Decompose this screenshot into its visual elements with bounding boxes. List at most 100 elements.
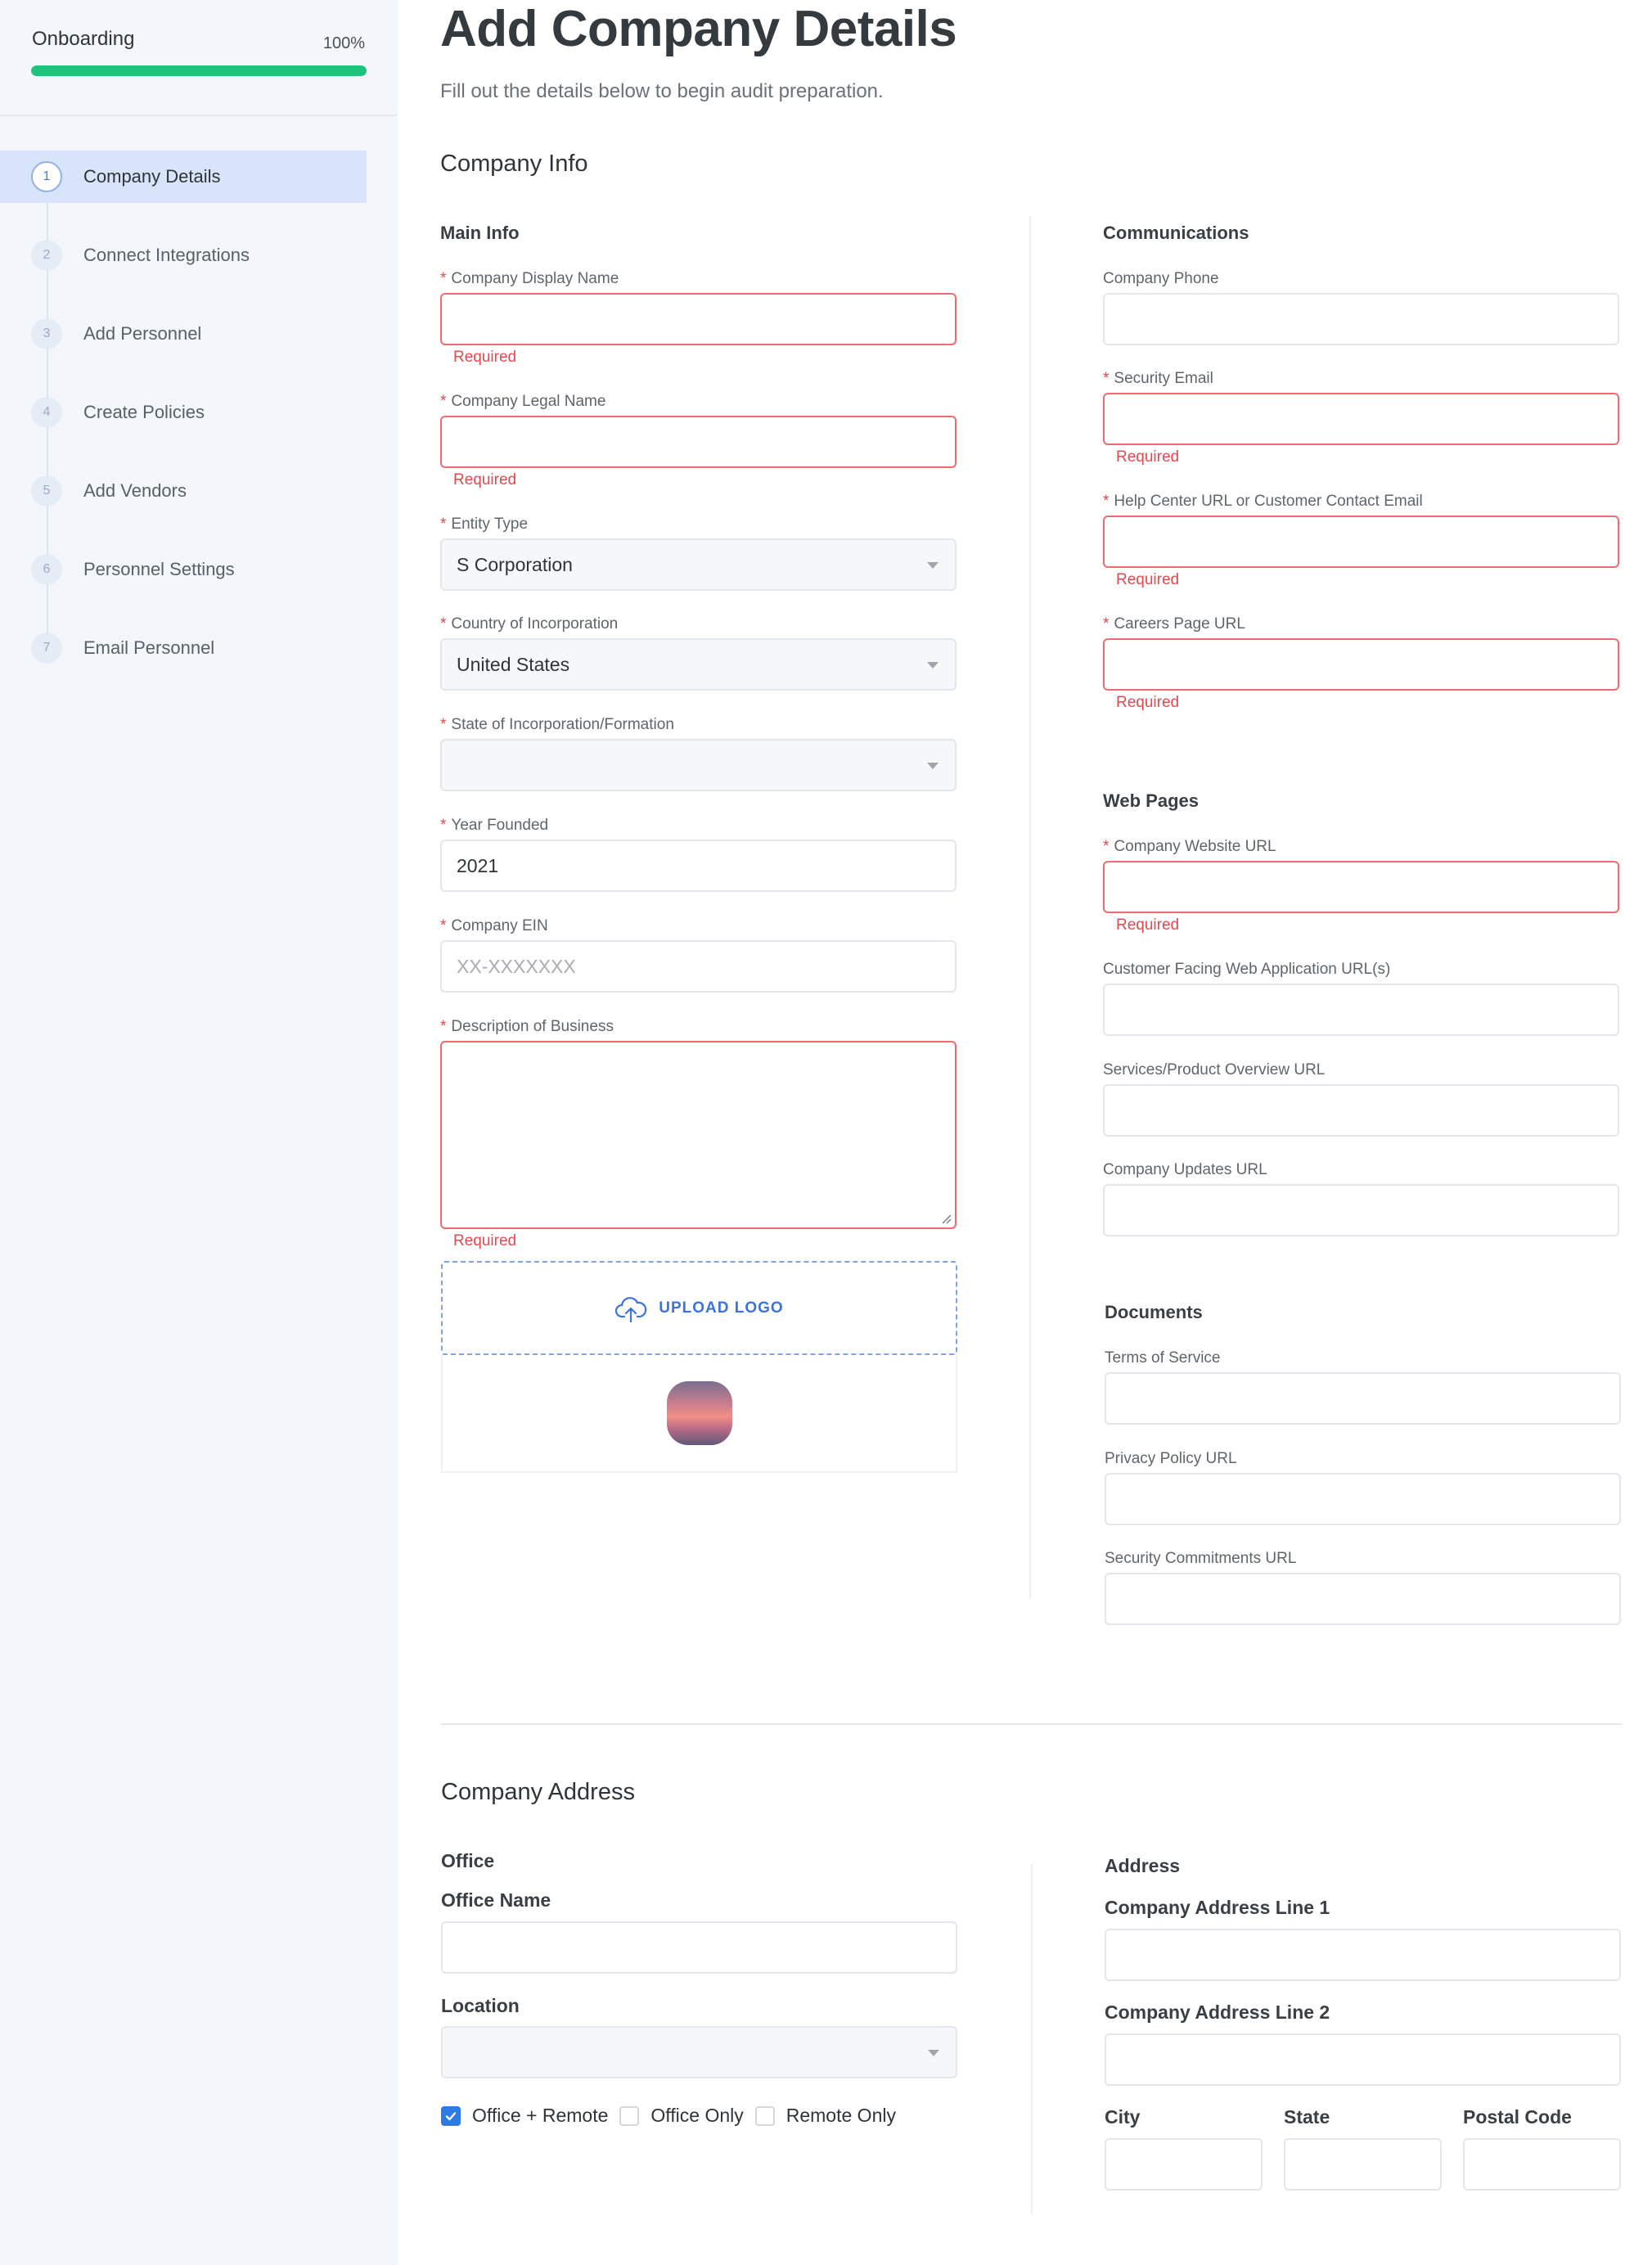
address-line-1-input[interactable]	[1105, 1929, 1621, 1981]
description-textarea[interactable]	[440, 1041, 957, 1229]
required-marker: *	[440, 393, 447, 410]
upload-logo-button[interactable]: UPLOAD LOGO	[441, 1261, 957, 1355]
address-line-2-input[interactable]	[1105, 2033, 1621, 2086]
option-label: Office + Remote	[472, 2105, 609, 2126]
step-label: Company Details	[83, 166, 221, 187]
postal-code-label: Postal Code	[1463, 2106, 1572, 2128]
work-mode-options: Office + Remote Office Only Remote Only	[441, 2105, 907, 2127]
section-title-company-address: Company Address	[441, 1779, 635, 1805]
step-number: 5	[31, 475, 62, 507]
entity-type-value: S Corporation	[457, 553, 573, 575]
step-number: 6	[31, 554, 62, 585]
careers-page-input[interactable]	[1103, 638, 1619, 691]
required-marker: *	[440, 917, 447, 934]
company-website-input[interactable]	[1103, 861, 1619, 913]
required-marker: *	[440, 716, 447, 733]
onboarding-sidebar: Onboarding 100% 1 Company Details 2 Conn…	[0, 0, 398, 2265]
progress-percent: 100%	[322, 34, 365, 52]
step-add-vendors[interactable]: 5 Add Vendors	[0, 465, 367, 517]
entity-type-select[interactable]: S Corporation	[440, 538, 957, 591]
postal-code-input[interactable]	[1463, 2138, 1621, 2191]
required-marker: *	[440, 516, 447, 533]
upload-logo-label: UPLOAD LOGO	[659, 1299, 784, 1317]
help-center-input[interactable]	[1103, 516, 1619, 568]
location-select[interactable]	[441, 2026, 957, 2078]
privacy-policy-label: Privacy Policy URL	[1105, 1450, 1237, 1467]
chevron-down-icon	[927, 562, 939, 569]
option-label: Office Only	[650, 2105, 744, 2126]
main-content: Add Company Details Fill out the details…	[398, 0, 1652, 2265]
security-email-input[interactable]	[1103, 393, 1619, 445]
terms-of-service-label: Terms of Service	[1105, 1349, 1221, 1367]
resize-handle-icon[interactable]	[940, 1213, 952, 1224]
progress-bar	[31, 65, 367, 76]
checkbox-checked[interactable]	[441, 2105, 461, 2126]
company-ein-label: * Company EIN	[440, 917, 548, 934]
security-email-label: * Security Email	[1103, 370, 1213, 387]
required-marker: *	[1103, 838, 1110, 855]
checkbox-unchecked[interactable]	[754, 2105, 775, 2126]
step-connect-integrations[interactable]: 2 Connect Integrations	[0, 229, 367, 281]
company-phone-label: Company Phone	[1103, 270, 1219, 287]
required-error: Required	[1116, 448, 1180, 466]
security-commitments-input[interactable]	[1105, 1573, 1621, 1625]
privacy-policy-input[interactable]	[1105, 1473, 1621, 1525]
required-error: Required	[453, 349, 517, 366]
required-marker: *	[1103, 370, 1110, 387]
company-legal-name-input[interactable]	[440, 416, 957, 468]
required-marker: *	[440, 1018, 447, 1035]
step-number: 3	[31, 318, 62, 349]
required-error: Required	[453, 1232, 517, 1250]
company-updates-label: Company Updates URL	[1103, 1161, 1267, 1178]
address-column-divider	[1031, 1864, 1033, 2214]
step-label: Email Personnel	[83, 637, 215, 658]
option-label: Remote Only	[785, 2105, 896, 2126]
company-ein-input[interactable]: XX-XXXXXXX	[440, 940, 957, 993]
security-commitments-label: Security Commitments URL	[1105, 1550, 1297, 1567]
state-label: State	[1284, 2106, 1330, 2128]
company-phone-input[interactable]	[1103, 293, 1619, 345]
year-founded-value: 2021	[457, 854, 499, 876]
product-overview-input[interactable]	[1103, 1084, 1619, 1137]
required-error: Required	[453, 471, 517, 489]
step-number: 1	[31, 161, 62, 192]
company-display-name-input[interactable]	[440, 293, 957, 345]
office-name-input[interactable]	[441, 1921, 957, 1974]
year-founded-input[interactable]: 2021	[440, 840, 957, 892]
company-updates-input[interactable]	[1103, 1184, 1619, 1236]
group-title-documents: Documents	[1105, 1302, 1203, 1322]
option-remote-only[interactable]: Remote Only	[754, 2105, 896, 2127]
section-divider	[441, 1723, 1622, 1725]
column-divider	[1029, 216, 1031, 1599]
company-ein-placeholder: XX-XXXXXXX	[457, 955, 576, 977]
country-select[interactable]: United States	[440, 638, 957, 691]
group-title-communications: Communications	[1103, 223, 1249, 243]
step-create-policies[interactable]: 4 Create Policies	[0, 386, 367, 439]
logo-preview	[441, 1355, 957, 1473]
company-website-label: * Company Website URL	[1103, 838, 1276, 855]
step-email-personnel[interactable]: 7 Email Personnel	[0, 622, 367, 674]
required-marker: *	[440, 615, 447, 633]
required-marker: *	[440, 817, 447, 834]
step-personnel-settings[interactable]: 6 Personnel Settings	[0, 543, 367, 596]
group-title-main-info: Main Info	[440, 223, 520, 243]
address-line-2-label: Company Address Line 2	[1105, 2002, 1330, 2023]
required-error: Required	[1116, 916, 1180, 934]
required-marker: *	[1103, 493, 1110, 510]
web-application-input[interactable]	[1103, 984, 1619, 1036]
option-office-only[interactable]: Office Only	[619, 2105, 744, 2127]
terms-of-service-input[interactable]	[1105, 1372, 1621, 1425]
checkbox-unchecked[interactable]	[619, 2105, 640, 2126]
group-title-address: Address	[1105, 1855, 1181, 1876]
step-label: Create Policies	[83, 402, 205, 422]
required-marker: *	[440, 270, 447, 287]
city-input[interactable]	[1105, 2138, 1263, 2191]
step-label: Personnel Settings	[83, 559, 235, 579]
state-input[interactable]	[1284, 2138, 1442, 2191]
step-company-details[interactable]: 1 Company Details	[0, 151, 367, 203]
state-of-incorporation-select[interactable]	[440, 739, 957, 791]
step-add-personnel[interactable]: 3 Add Personnel	[0, 308, 367, 360]
step-label: Connect Integrations	[83, 245, 250, 265]
option-office-remote[interactable]: Office + Remote	[441, 2105, 608, 2127]
step-label: Add Personnel	[83, 323, 202, 344]
